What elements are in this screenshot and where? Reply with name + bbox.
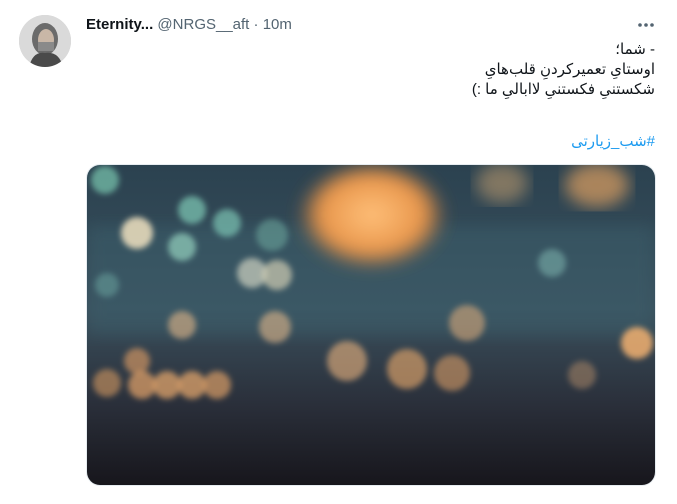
timestamp[interactable]: 10m [263,16,292,33]
tweet: Eternity... @NRGS__aft · 10m - شما؛ اوست… [0,0,677,504]
separator-dot: · [253,16,259,33]
more-dots-icon [638,23,654,27]
display-name[interactable]: Eternity... [86,16,153,33]
avatar-image [19,15,71,67]
avatar[interactable] [19,15,71,67]
user-handle[interactable]: @NRGS__aft [157,16,249,33]
tweet-text-line: شکستنیِ فکستنیِ لاابالیِ ما :) [471,81,655,98]
bokeh-photo [87,165,655,485]
tweet-text-line: اوستایِ تعمیرکردنِ قلب‌هایِ [484,61,655,78]
tweet-text: - شما؛ اوستایِ تعمیرکردنِ قلب‌هایِ شکستن… [95,40,655,100]
hashtag-link[interactable]: #شب_زیارتی [571,132,655,152]
more-options-button[interactable] [632,15,660,35]
tweet-media-image[interactable] [86,164,656,486]
tweet-text-line: - شما؛ [615,41,655,58]
tweet-header: Eternity... @NRGS__aft · 10m [86,15,292,35]
